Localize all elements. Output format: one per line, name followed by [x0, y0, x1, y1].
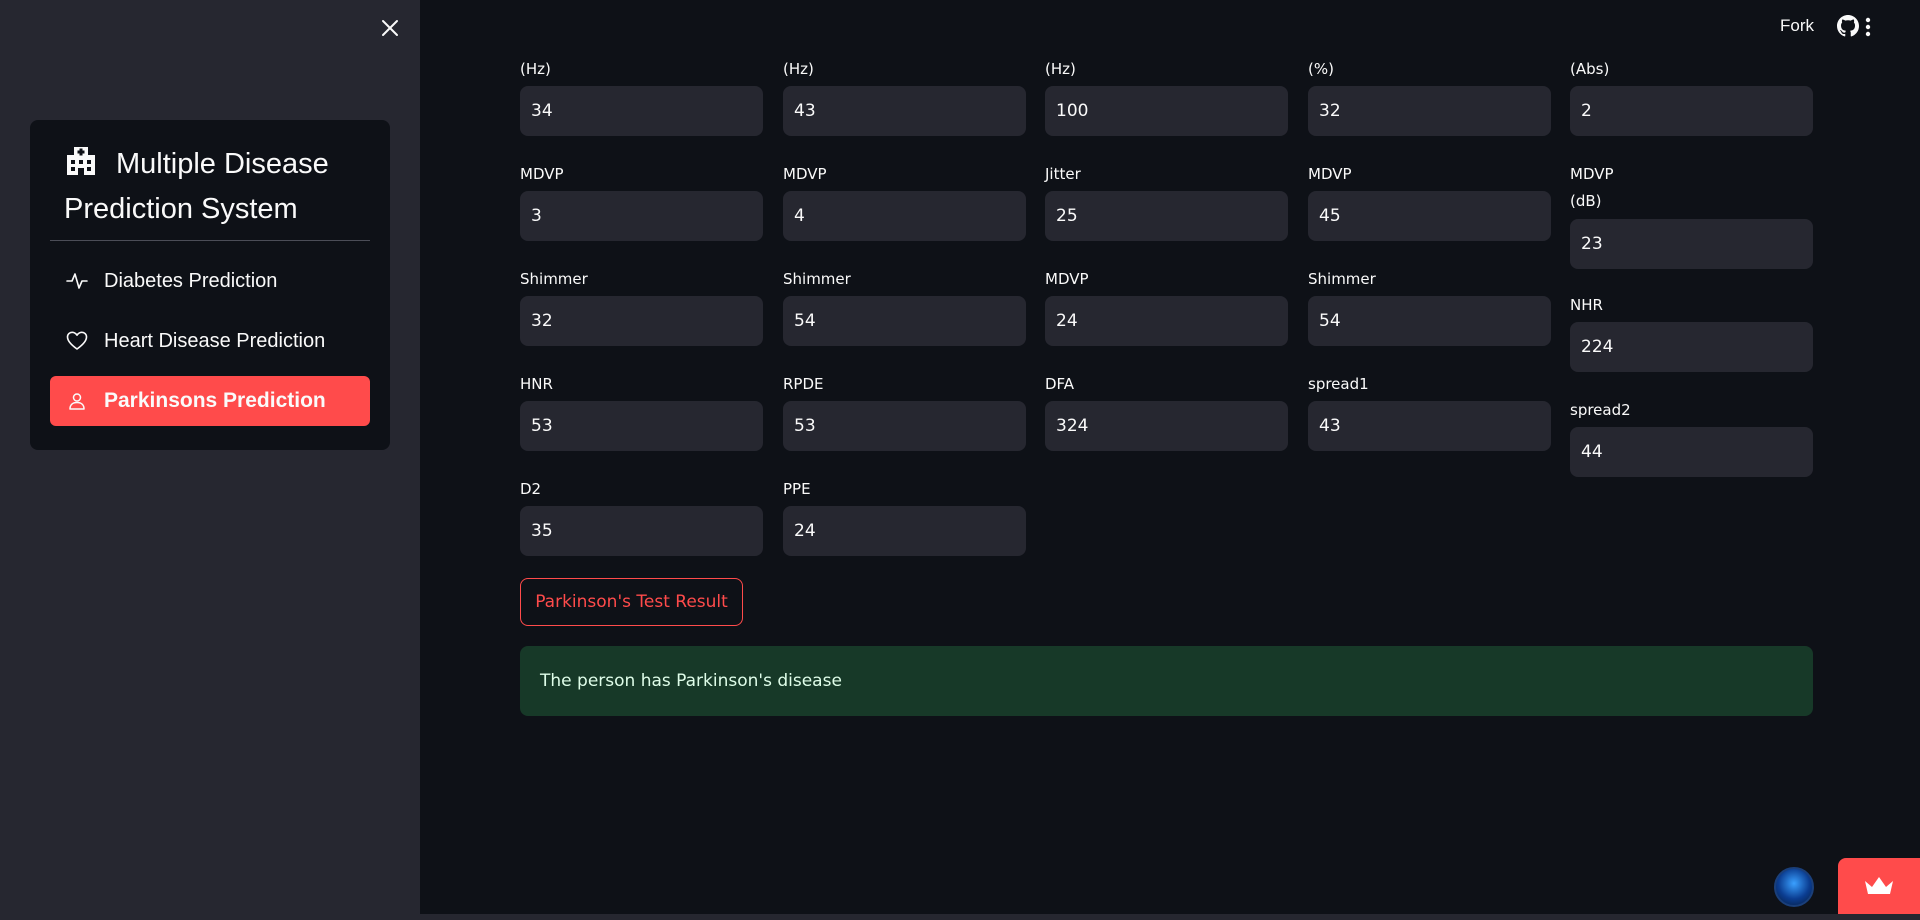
menu-title-text: Multiple Disease Prediction System [64, 148, 329, 225]
field-label: HNR [520, 375, 553, 393]
number-input[interactable] [1045, 86, 1288, 136]
field-6: MDVP [783, 161, 1026, 241]
number-input[interactable] [520, 191, 763, 241]
menu-item-parkinsons[interactable]: Parkinsons Prediction [50, 376, 370, 426]
field-label: Shimmer [783, 270, 851, 288]
field-7: Jitter [1045, 161, 1288, 241]
field-13: Shimmer [1308, 266, 1551, 346]
result-message: The person has Parkinson's disease [540, 671, 842, 691]
field-label: (Abs) [1570, 60, 1610, 78]
field-label: spread2 [1570, 401, 1631, 419]
number-input[interactable] [520, 86, 763, 136]
option-menu: Multiple Disease Prediction System Diabe… [30, 120, 390, 450]
field-label: MDVP [1308, 165, 1352, 183]
field-label: (Hz) [1045, 60, 1076, 78]
sidebar: Multiple Disease Prediction System Diabe… [0, 0, 420, 914]
menu-item-label: Heart Disease Prediction [104, 329, 326, 352]
field-15: HNR [520, 371, 763, 451]
main-menu-button[interactable] [1856, 14, 1880, 40]
crown-icon [1865, 877, 1893, 894]
number-input[interactable] [783, 86, 1026, 136]
field-label: MDVP (dB) [1570, 165, 1614, 210]
field-label: (%) [1308, 60, 1334, 78]
field-11: Shimmer [783, 266, 1026, 346]
number-input[interactable] [1570, 322, 1813, 372]
number-input[interactable] [1045, 191, 1288, 241]
bottom-divider [0, 914, 1920, 920]
field-9: MDVP (dB) [1570, 161, 1813, 269]
streamlit-host-badge[interactable] [1838, 858, 1920, 914]
heart-icon [66, 330, 88, 352]
field-label: Jitter [1045, 165, 1081, 183]
number-input[interactable] [1308, 401, 1551, 451]
number-input[interactable] [783, 296, 1026, 346]
avatar[interactable] [1774, 867, 1814, 907]
field-label: DFA [1045, 375, 1075, 393]
number-input[interactable] [783, 506, 1026, 556]
person-icon [66, 390, 88, 412]
field-label: Shimmer [520, 270, 588, 288]
field-3: (%) [1308, 56, 1551, 136]
field-4: (Abs) [1570, 56, 1813, 136]
field-5: MDVP [520, 161, 763, 241]
number-input[interactable] [1308, 296, 1551, 346]
number-input[interactable] [1570, 86, 1813, 136]
field-label: NHR [1570, 296, 1603, 314]
field-label: Shimmer [1308, 270, 1376, 288]
close-icon [382, 20, 398, 36]
number-input[interactable] [520, 506, 763, 556]
number-input[interactable] [1570, 427, 1813, 477]
number-input[interactable] [1045, 401, 1288, 451]
number-input[interactable] [1308, 191, 1551, 241]
field-label: D2 [520, 480, 542, 498]
field-8: MDVP [1308, 161, 1551, 241]
field-label: spread1 [1308, 375, 1369, 393]
menu-item-diabetes[interactable]: Diabetes Prediction [50, 256, 370, 306]
field-0: (Hz) [520, 56, 763, 136]
number-input[interactable] [1045, 296, 1288, 346]
number-input[interactable] [520, 296, 763, 346]
field-label: (Hz) [520, 60, 551, 78]
activity-icon [66, 270, 88, 292]
field-21: PPE [783, 476, 1026, 556]
number-input[interactable] [783, 191, 1026, 241]
menu-item-label: Diabetes Prediction [104, 269, 278, 292]
field-17: DFA [1045, 371, 1288, 451]
field-10: Shimmer [520, 266, 763, 346]
field-2: (Hz) [1045, 56, 1288, 136]
field-label: (Hz) [783, 60, 814, 78]
hospital-icon [67, 147, 95, 175]
parkinsons-test-result-button[interactable]: Parkinson's Test Result [520, 578, 743, 626]
field-1: (Hz) [783, 56, 1026, 136]
field-label: MDVP [783, 165, 827, 183]
field-12: MDVP [1045, 266, 1288, 346]
field-label: RPDE [783, 375, 824, 393]
field-label: MDVP [520, 165, 564, 183]
menu-title: Multiple Disease Prediction System [64, 142, 374, 232]
success-alert: The person has Parkinson's disease [520, 646, 1813, 716]
number-input[interactable] [520, 401, 763, 451]
menu-divider [50, 240, 370, 241]
menu-item-heart-disease[interactable]: Heart Disease Prediction [50, 316, 370, 366]
field-label: MDVP [1045, 270, 1089, 288]
close-sidebar-button[interactable] [378, 16, 402, 40]
field-19: spread2 [1570, 397, 1813, 477]
field-20: D2 [520, 476, 763, 556]
fork-button[interactable]: Fork [1780, 16, 1814, 36]
number-input[interactable] [1570, 219, 1813, 269]
number-input[interactable] [783, 401, 1026, 451]
field-16: RPDE [783, 371, 1026, 451]
field-label: PPE [783, 480, 811, 498]
field-18: spread1 [1308, 371, 1551, 451]
menu-item-label: Parkinsons Prediction [104, 389, 326, 412]
number-input[interactable] [1308, 86, 1551, 136]
field-14: NHR [1570, 292, 1813, 372]
more-vertical-icon [1865, 17, 1871, 37]
